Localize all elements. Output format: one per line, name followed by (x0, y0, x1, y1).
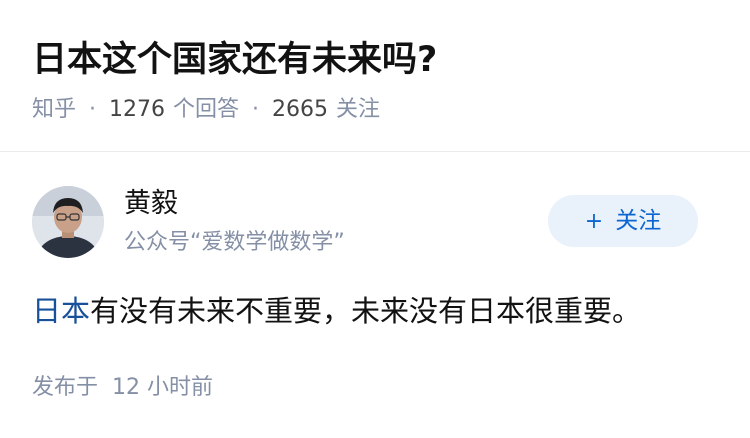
follows-label: 关注 (336, 97, 381, 122)
separator-dot: · (252, 97, 260, 122)
divider (0, 151, 750, 152)
avatar[interactable] (32, 186, 104, 258)
author-bio: 公众号“爱数学做数学” (124, 230, 345, 255)
answer-text: 有没有未来不重要，未来没有日本很重要。 (90, 294, 642, 328)
person-avatar-icon (32, 186, 104, 258)
author-name[interactable]: 黄毅 (124, 186, 178, 222)
follow-button-label: 关注 (615, 208, 662, 234)
posted-label: 发布于 (32, 375, 99, 400)
question-title[interactable]: 日本这个国家还有未来吗? (32, 36, 437, 84)
answers-count: 1276 (109, 97, 166, 122)
separator-dot: · (89, 97, 97, 122)
follow-button[interactable]: + 关注 (548, 195, 698, 247)
answer-page: 日本这个国家还有未来吗? 知乎 · 1276 个回答 · 2665 关注 黄毅 公众号“爱数… (0, 0, 750, 438)
answer-content: 日本有没有未来不重要，未来没有日本很重要。 (32, 290, 641, 332)
question-meta: 知乎 · 1276 个回答 · 2665 关注 (32, 94, 380, 126)
posted-time: 12 小时前 (112, 375, 214, 400)
follows-count: 2665 (272, 97, 329, 122)
site-name[interactable]: 知乎 (32, 97, 76, 122)
post-time: 发布于 12 小时前 (32, 372, 213, 404)
answers-label: 个回答 (173, 97, 240, 122)
keyword-link[interactable]: 日本 (32, 294, 90, 328)
plus-icon: + (584, 209, 604, 234)
